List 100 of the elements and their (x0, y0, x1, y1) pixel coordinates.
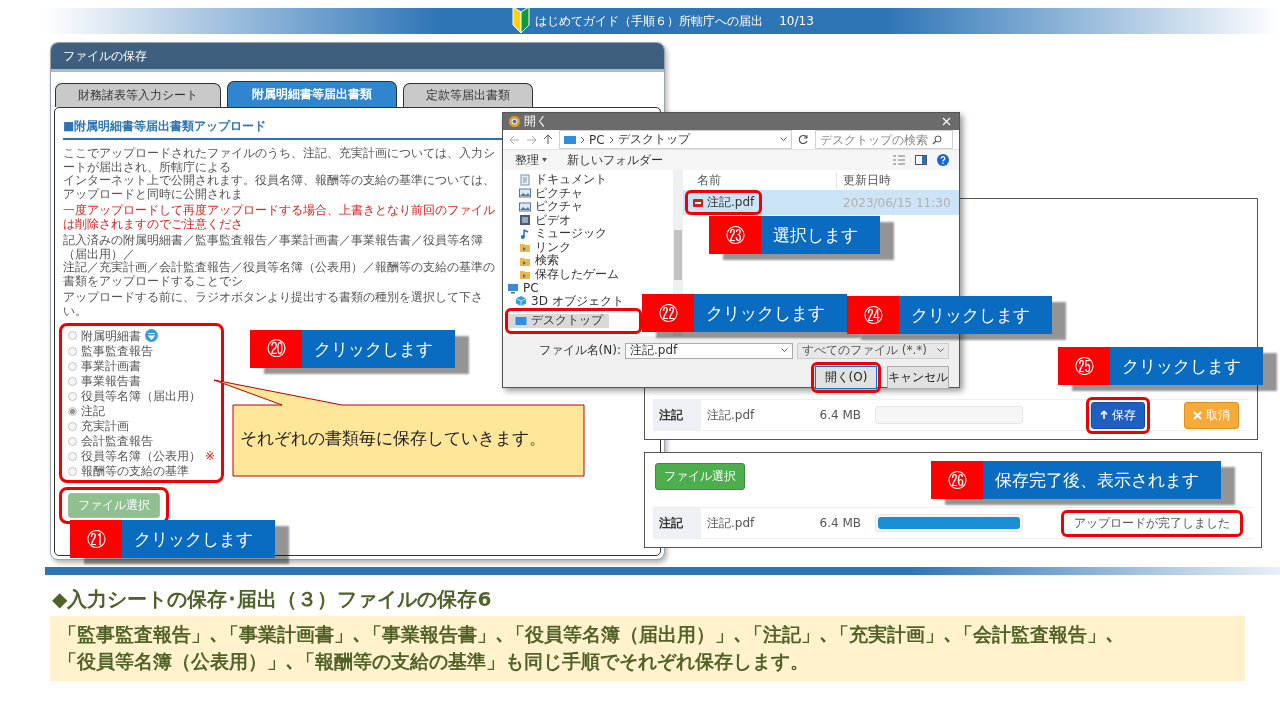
radio-label: 注記 (81, 405, 105, 417)
step-number: ㉑ (70, 520, 122, 558)
tree-item[interactable]: リンク (503, 240, 577, 254)
tab[interactable]: 財務諸表等入力シート (55, 83, 221, 107)
monitor-icon (515, 314, 527, 327)
tree-item[interactable]: ピクチャ (503, 200, 589, 214)
beginner-mark-icon (511, 5, 532, 35)
monitor-icon (507, 281, 519, 294)
music-note-icon (519, 227, 531, 240)
dropdown-caret-icon[interactable] (780, 137, 787, 142)
step-number: ⑳ (250, 330, 302, 368)
dropdown-caret-icon (542, 158, 547, 162)
dialog-title: 開く (524, 113, 548, 130)
toolbar-button[interactable]: 整理 (513, 149, 549, 171)
radio-button[interactable] (68, 361, 77, 371)
radio-button[interactable] (68, 391, 77, 401)
radio-label: 事業計画書 (81, 360, 141, 372)
summary-text: 「監事監査報告」､「事業計画書」､「事業報告書」､「役員等名簿（届出用）」､「注記」､「充実計画」､「会計監査報告」､ (58, 623, 1117, 647)
tree-item[interactable]: 3D オブジェクト (503, 294, 630, 308)
scrollbar-thumb[interactable] (674, 230, 682, 280)
tree-item[interactable]: 検索 (503, 254, 565, 268)
file-name: 注記.pdf (706, 514, 756, 532)
preview-pane-icon[interactable] (915, 155, 927, 165)
radio-button[interactable] (68, 331, 77, 340)
round-logo-icon (509, 116, 520, 127)
back-arrow-icon[interactable] (509, 134, 520, 145)
warning-text: 一度アップロードして再度アップロードする場合、上書きとなり前回のファイルは削除されますのでご注意くださ (63, 204, 496, 231)
column-header[interactable]: 名前 (697, 171, 721, 189)
breadcrumb[interactable]: PC (589, 132, 605, 147)
column-header[interactable]: 更新日時 (836, 171, 959, 189)
section-title: ◆入力シートの保存･届出（３）ファイルの保存6 (52, 586, 493, 613)
tree-item[interactable]: ビデオ (503, 213, 577, 227)
picture-icon (519, 187, 531, 200)
step-number: ㉔ (847, 296, 899, 334)
radio-button[interactable] (68, 436, 77, 446)
chevron-icon (608, 135, 614, 144)
cube-icon (515, 295, 527, 308)
radio-label: 監事監査報告 (81, 345, 153, 357)
close-icon[interactable] (942, 117, 951, 126)
radio-label: 会計監査報告 (81, 435, 153, 447)
tab[interactable]: 附属明細書等届出書類 (227, 81, 397, 107)
picture-icon (519, 200, 531, 213)
body-text: アップロードする前に、ラジオボタンより提出する書類の種別を選択して下さい。 (63, 291, 484, 318)
summary-text: 「役員等名簿（公表用）」､「報酬等の支給の基準」も同じ手順でそれぞれ保存します。 (58, 650, 810, 674)
radio-button[interactable] (68, 466, 77, 476)
folder-icon (519, 268, 531, 281)
row-label: 注記 (653, 508, 701, 538)
file-type-dropdown[interactable]: すべてのファイル (*.*) (797, 342, 949, 359)
bubble-text: それぞれの書類毎に保存していきます。 (240, 428, 546, 450)
tree-item[interactable]: ドキュメント (503, 173, 613, 187)
toolbar-button[interactable]: 新しいフォルダー (565, 149, 665, 171)
tab[interactable]: 定款等届出書類 (403, 83, 533, 107)
title-bar: ファイルの保存 (51, 43, 664, 72)
radio-button[interactable] (68, 421, 77, 431)
radio-label: 報酬等の支給の基準 (81, 465, 189, 477)
radio-label: 事業報告書 (81, 375, 141, 387)
dropdown-caret-icon (937, 348, 944, 353)
callout-label: クリックします (899, 296, 1052, 334)
search-icon (932, 134, 942, 145)
body-text: インターネット上で公開されます。役員名簿、報酬等の支給の基準については、アップロードと同時に公開されま (63, 174, 496, 201)
tree-item[interactable]: ピクチャ (503, 186, 589, 200)
file-row[interactable]: 注記.pdf 2023/06/15 11:30 (683, 190, 959, 215)
status-text: アップロードが完了しました (1073, 514, 1231, 531)
body-text: 注記／充実計画／会計監査報告／役員等名簿（公表用）／報酬等の支給の基準の書類をアップロードすることでシ (63, 261, 496, 288)
up-arrow-icon[interactable] (543, 134, 553, 145)
pdf-file-icon (693, 198, 703, 207)
radio-label: 附属明細書 (81, 329, 141, 342)
help-icon[interactable] (937, 154, 949, 166)
radio-button[interactable] (68, 346, 77, 356)
chevron-icon (580, 135, 585, 144)
radio-button[interactable] (68, 376, 77, 386)
callout-label: 選択します (761, 216, 880, 254)
forward-arrow-icon[interactable] (526, 134, 537, 145)
tree-item[interactable]: デスクトップ (508, 314, 609, 328)
folder-icon (519, 241, 531, 254)
callout-label: クリックします (1110, 347, 1263, 385)
file-name-field[interactable]: 注記.pdf (625, 342, 793, 359)
breadcrumb[interactable]: デスクトップ (617, 131, 690, 148)
file-size: 6.4 MB (818, 516, 862, 530)
header-title: はじめてガイド（手順６）所轄庁への届出 (535, 12, 764, 30)
address-bar[interactable]: PC デスクトップ (559, 130, 792, 149)
cancel-button[interactable]: キャンセル (887, 366, 949, 389)
tree-item[interactable]: 保存したゲーム (503, 267, 625, 281)
radio-label: 充実計画 (81, 420, 129, 432)
radio-button[interactable] (68, 406, 77, 416)
dropdown-caret-icon (781, 348, 788, 353)
step-number: ㉒ (642, 294, 694, 332)
body-text: ここでアップロードされたファイルのうち、注記、充実計画については、入力シートが届出され、所轄庁による (63, 147, 496, 174)
save-button[interactable]: 保存 (1091, 401, 1145, 429)
tree-item[interactable]: PC (503, 281, 545, 295)
view-options-icon[interactable] (893, 155, 905, 165)
page-counter: 10/13 (779, 14, 814, 28)
file-name: 注記.pdf (707, 194, 755, 211)
radio-button[interactable] (68, 451, 77, 461)
tree-item[interactable]: ミュージック (503, 227, 613, 241)
open-button[interactable]: 開く(O) (815, 366, 877, 389)
monitor-icon (564, 134, 576, 145)
search-field[interactable]: デスクトップの検索 (815, 130, 953, 149)
radio-label: 役員等名簿（公表用） (81, 450, 201, 462)
refresh-icon[interactable] (798, 134, 809, 145)
